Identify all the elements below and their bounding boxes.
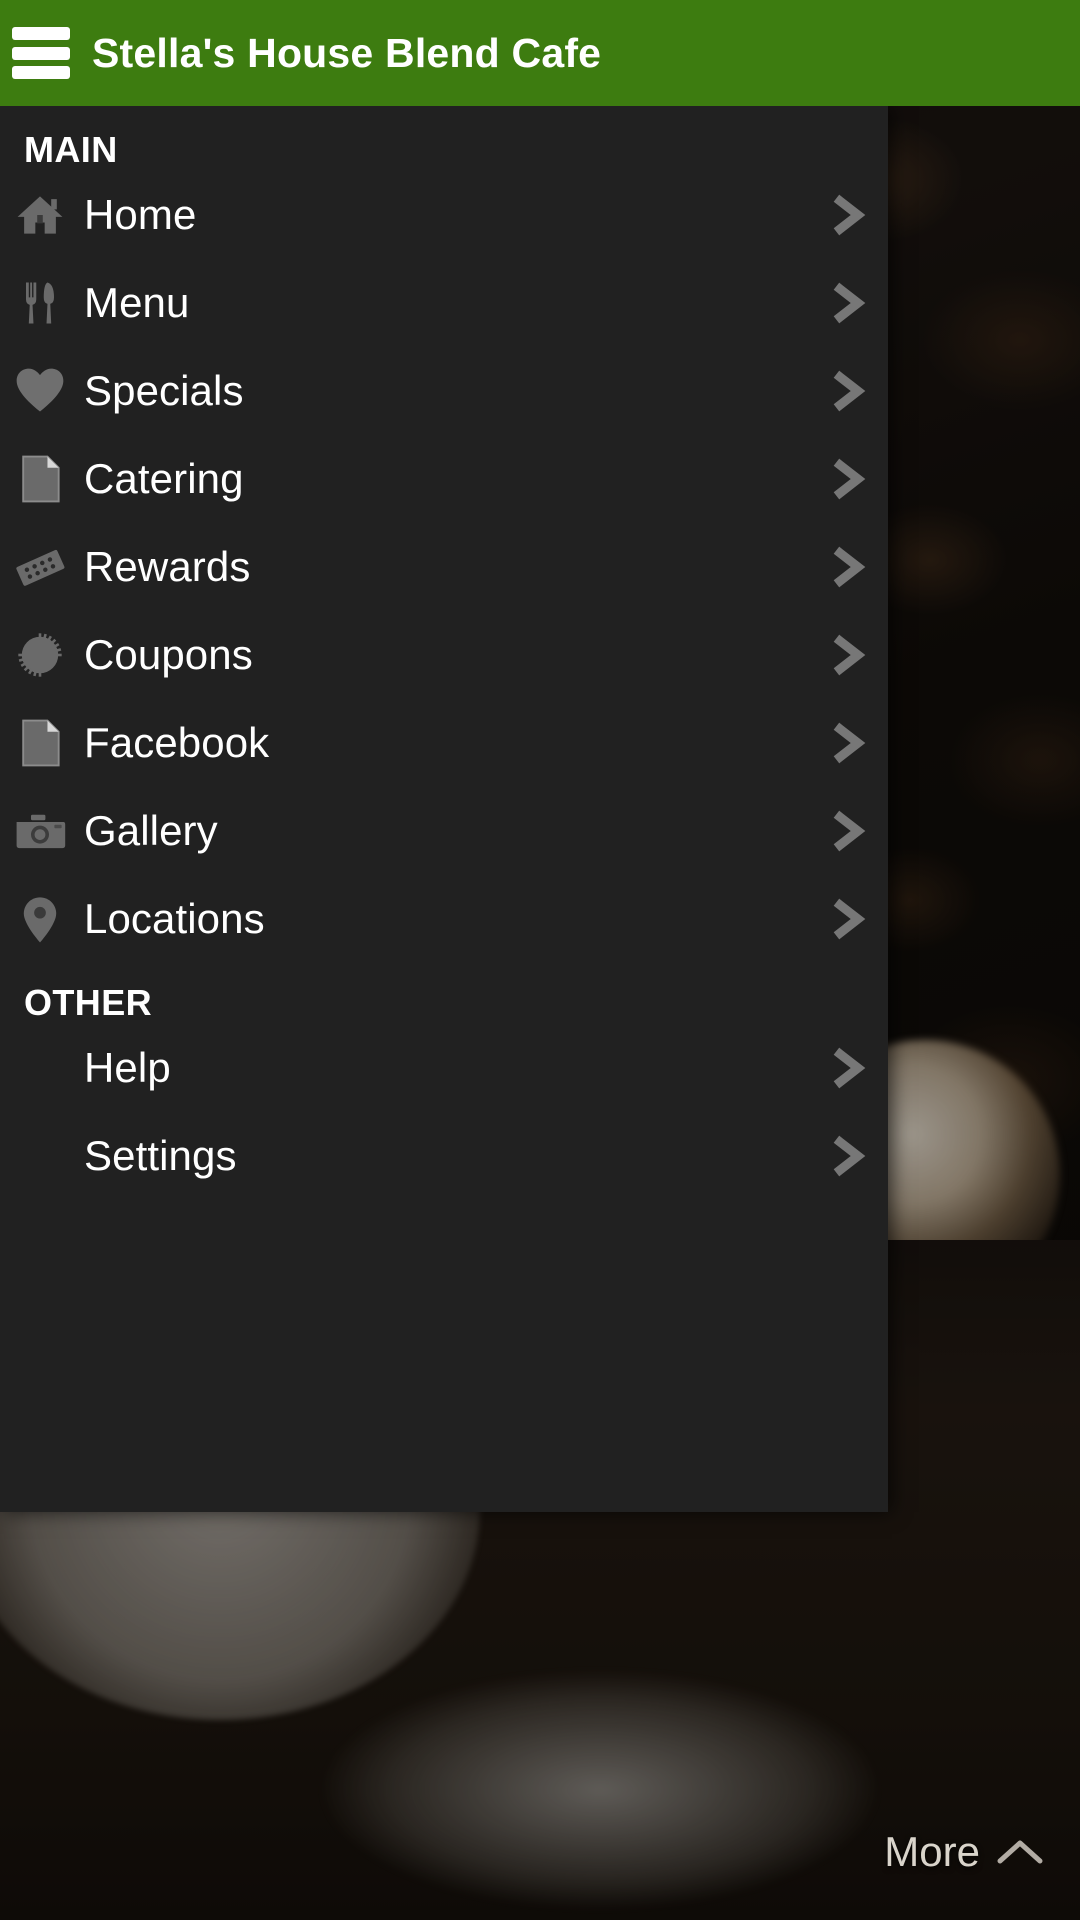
sidebar-item-label: Gallery (84, 807, 218, 854)
chevron-right-icon (826, 1132, 870, 1180)
chevron-right-icon (826, 1044, 870, 1092)
chevron-right-icon (826, 367, 870, 415)
map-pin-icon (10, 889, 70, 949)
nav-list-main: Home Menu Specials Catering Rewards Coup… (0, 171, 888, 963)
sidebar-item-rewards[interactable]: Rewards (0, 523, 888, 611)
sidebar-item-specials[interactable]: Specials (0, 347, 888, 435)
sidebar-item-label: Coupons (84, 631, 253, 678)
sidebar-item-label: Locations (84, 895, 265, 942)
sidebar-item-label: Specials (84, 367, 244, 414)
camera-icon (10, 801, 70, 861)
sidebar-item-catering[interactable]: Catering (0, 435, 888, 523)
cutlery-icon (10, 273, 70, 333)
sidebar-item-locations[interactable]: Locations (0, 875, 888, 963)
heart-icon (10, 361, 70, 421)
chevron-right-icon (826, 543, 870, 591)
sidebar-item-help[interactable]: Help (0, 1024, 888, 1112)
section-header-main: MAIN (24, 129, 118, 170)
sidebar-item-home[interactable]: Home (0, 171, 888, 259)
sidebar-item-facebook[interactable]: Facebook (0, 699, 888, 787)
sidebar-item-label: Settings (84, 1132, 237, 1179)
sidebar-item-coupons[interactable]: Coupons (0, 611, 888, 699)
chevron-right-icon (826, 719, 870, 767)
chevron-right-icon (826, 807, 870, 855)
chevron-right-icon (826, 279, 870, 327)
app-screen: rage. l sted More Stella's House Blend C… (0, 0, 1080, 1920)
hamburger-icon[interactable] (12, 27, 70, 79)
document-icon (10, 713, 70, 773)
sidebar-item-menu[interactable]: Menu (0, 259, 888, 347)
app-header: Stella's House Blend Cafe (0, 0, 1080, 106)
chevron-right-icon (826, 631, 870, 679)
navigation-drawer: MAIN Home Menu Specials Catering Rewards… (0, 106, 888, 1512)
sidebar-item-label: Menu (84, 279, 190, 326)
sidebar-item-label: Help (84, 1044, 171, 1091)
chevron-right-icon (826, 895, 870, 943)
sidebar-item-label: Catering (84, 455, 244, 502)
sidebar-item-gallery[interactable]: Gallery (0, 787, 888, 875)
ticket-icon (10, 537, 70, 597)
badge-icon (10, 625, 70, 685)
sidebar-item-settings[interactable]: Settings (0, 1112, 888, 1200)
hamburger-bar-1 (12, 27, 70, 40)
home-icon (10, 185, 70, 245)
chevron-right-icon (826, 455, 870, 503)
sidebar-item-label: Facebook (84, 719, 270, 766)
chevron-right-icon (826, 191, 870, 239)
hamburger-bar-3 (12, 66, 70, 79)
chevron-up-icon (994, 1833, 1046, 1871)
sidebar-item-label: Home (84, 191, 197, 238)
more-label: More (884, 1828, 980, 1875)
section-header-other: OTHER (24, 982, 152, 1023)
nav-list-other: Help Settings (0, 1024, 888, 1200)
hamburger-bar-2 (12, 46, 70, 60)
sidebar-item-label: Rewards (84, 543, 251, 590)
document-icon (10, 449, 70, 509)
more-button[interactable]: More (884, 1828, 1046, 1876)
page-title: Stella's House Blend Cafe (92, 29, 602, 76)
